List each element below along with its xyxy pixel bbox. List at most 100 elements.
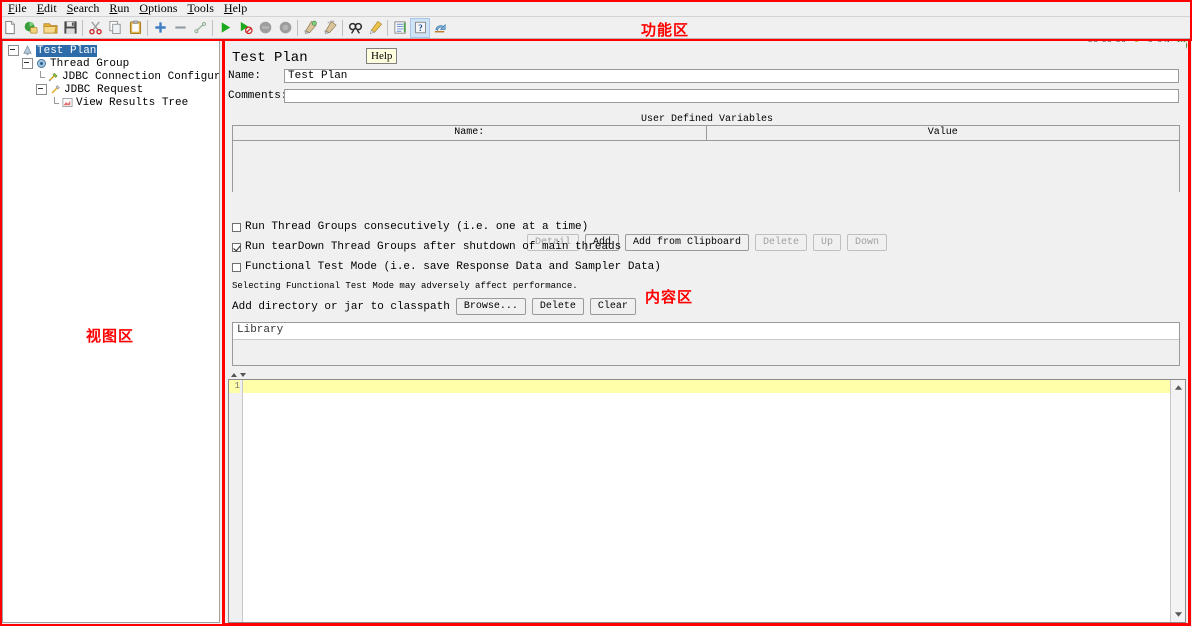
tree-node-thread-group[interactable]: Thread Group [5, 57, 219, 70]
tree-node-test-plan[interactable]: Test Plan [5, 44, 219, 57]
up-button[interactable]: Up [813, 234, 842, 251]
stop-icon[interactable] [255, 18, 275, 38]
collapse-down-icon[interactable] [240, 373, 246, 377]
functional-test-mode-label: Functional Test Mode (i.e. save Response… [245, 261, 661, 273]
thread-group-icon [35, 58, 47, 70]
annotation-label-toolbar: 功能区 [641, 21, 690, 39]
collapse-up-icon[interactable] [231, 373, 237, 377]
new-icon[interactable] [0, 18, 20, 38]
expander-minus-icon[interactable] [22, 58, 33, 69]
expand-all-icon[interactable] [150, 18, 170, 38]
tree-node-view-results-tree[interactable]: View Results Tree [5, 96, 219, 109]
table-body[interactable] [233, 141, 1179, 192]
expander-minus-icon[interactable] [36, 84, 47, 95]
library-table[interactable]: Library [232, 322, 1180, 366]
functional-test-mode-checkbox[interactable] [232, 262, 241, 272]
name-input[interactable] [284, 69, 1179, 83]
user-defined-variables-table[interactable]: Name: Value [232, 125, 1180, 192]
run-consecutively-label: Run Thread Groups consecutively (i.e. on… [245, 221, 589, 233]
tree-node-label: Thread Group [50, 57, 130, 70]
svg-text:?: ? [418, 23, 422, 33]
comments-input[interactable] [284, 89, 1179, 103]
menu-item-edit[interactable]: Edit [32, 0, 62, 17]
menu-item-options[interactable]: Options [134, 0, 182, 17]
menu-item-tools[interactable]: Tools [182, 0, 219, 17]
run-teardown-row[interactable]: Run tearDown Thread Groups after shutdow… [232, 241, 621, 253]
browse-button[interactable]: Browse... [455, 298, 526, 315]
start-icon[interactable] [215, 18, 235, 38]
help-icon[interactable]: ? [410, 17, 430, 38]
clear-classpath-button[interactable]: Clear [589, 298, 636, 315]
vertical-scrollbar[interactable] [1170, 380, 1185, 622]
functional-test-mode-hint: Selecting Functional Test Mode may adver… [232, 281, 578, 291]
collapse-all-icon[interactable] [170, 18, 190, 38]
log-editor-panel[interactable]: 1 [228, 379, 1186, 623]
function-helper-icon[interactable] [390, 18, 410, 38]
toggle-icon[interactable] [190, 18, 210, 38]
toolbar-separator [342, 19, 343, 36]
annotation-line-content-right [1188, 39, 1191, 626]
chevron-up-icon[interactable] [1171, 380, 1186, 395]
clear-all-icon[interactable] [320, 18, 340, 38]
test-plan-icon [21, 45, 33, 57]
jmeter-window: File Edit Search Run Options Tools Help [0, 0, 1192, 626]
run-consecutively-row[interactable]: Run Thread Groups consecutively (i.e. on… [232, 221, 588, 233]
templates-icon[interactable] [20, 18, 40, 38]
toolbar-separator [212, 19, 213, 36]
toolbar-separator [387, 19, 388, 36]
delete-classpath-button[interactable]: Delete [531, 298, 584, 315]
tree-node-jdbc-request[interactable]: JDBC Request [5, 83, 219, 96]
name-label: Name: [228, 70, 262, 82]
start-no-pauses-icon[interactable] [235, 18, 255, 38]
test-plan-editor-panel: Test Plan Help Name: Comments: User Defi… [228, 42, 1186, 372]
down-button[interactable]: Down [847, 234, 888, 251]
clear-icon[interactable] [300, 18, 320, 38]
test-plan-tree: Test Plan Thread Group JDBC Connection C… [3, 41, 219, 109]
chevron-down-icon[interactable] [1171, 607, 1186, 622]
column-header-value: Value [927, 127, 958, 138]
undo-redo-icon[interactable] [430, 18, 450, 38]
code-area[interactable] [243, 380, 1170, 622]
search-reset-icon[interactable] [365, 18, 385, 38]
run-teardown-label: Run tearDown Thread Groups after shutdow… [245, 241, 622, 253]
tree-node-label: View Results Tree [76, 96, 189, 109]
library-column-header: Library [233, 323, 1179, 340]
open-icon[interactable] [40, 18, 60, 38]
classpath-label: Add directory or jar to classpath [232, 300, 450, 313]
tree-branch-line [36, 71, 45, 82]
search-icon[interactable] [345, 18, 365, 38]
config-element-icon [47, 71, 59, 83]
run-consecutively-checkbox[interactable] [232, 222, 241, 232]
code-line-active[interactable] [243, 380, 1170, 393]
column-header-name: Name: [233, 126, 707, 140]
toolbar: ? 00:00:00 0 0/1 [0, 17, 1192, 51]
cut-icon[interactable] [85, 18, 105, 38]
listener-icon [61, 97, 73, 109]
comments-label: Comments: [228, 90, 288, 102]
help-button[interactable]: Help [366, 48, 398, 64]
tree-branch-line [50, 97, 59, 108]
menu-item-search[interactable]: Search [62, 0, 105, 17]
save-icon[interactable] [60, 18, 80, 38]
tree-node-label: Test Plan [36, 44, 98, 57]
menu-item-run[interactable]: Run [104, 0, 134, 17]
table-header-row: Name: Value [233, 126, 1179, 141]
tree-node-label: JDBC Connection Configuration [62, 70, 220, 83]
delete-variable-button[interactable]: Delete [755, 234, 808, 251]
expander-minus-icon[interactable] [8, 45, 19, 56]
functional-test-mode-row[interactable]: Functional Test Mode (i.e. save Response… [232, 261, 661, 273]
shutdown-icon[interactable] [275, 18, 295, 38]
toolbar-separator [147, 19, 148, 36]
menu-item-file[interactable]: File [3, 0, 32, 17]
run-teardown-checkbox[interactable] [232, 242, 241, 252]
menu-item-help[interactable]: Help [219, 0, 252, 17]
tree-node-jdbc-connection-configuration[interactable]: JDBC Connection Configuration [5, 70, 219, 83]
add-from-clipboard-button[interactable]: Add from Clipboard [624, 234, 749, 251]
copy-icon[interactable] [105, 18, 125, 38]
classpath-row: Add directory or jar to classpath Browse… [232, 298, 636, 315]
annotation-line-content-left [222, 39, 225, 626]
sampler-icon [49, 84, 61, 96]
comments-row: Comments: [228, 89, 1180, 103]
toolbar-separator [297, 19, 298, 36]
paste-icon[interactable] [125, 18, 145, 38]
